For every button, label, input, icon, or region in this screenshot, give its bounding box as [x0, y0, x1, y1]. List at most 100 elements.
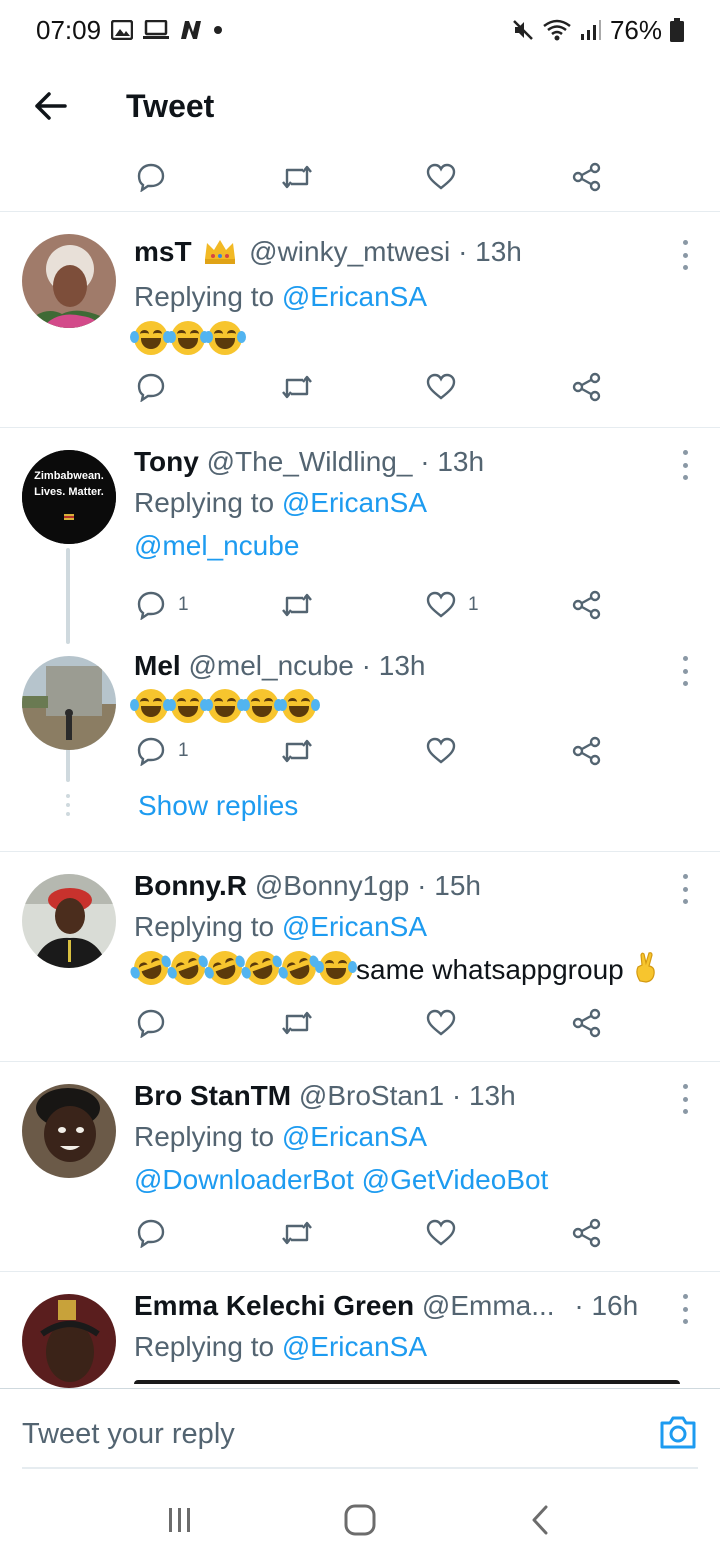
tweet[interactable]: Emma Kelechi Green @Emma... · 16h Replyi… — [0, 1272, 720, 1388]
reply-divider — [22, 1467, 698, 1469]
display-name[interactable]: Emma Kelechi Green — [134, 1290, 414, 1321]
tweet-feed[interactable]: msT @winky_mtwesi · 13h Replying to @Eri… — [0, 152, 720, 1388]
timestamp[interactable]: · 16h — [574, 1290, 638, 1321]
retweet-button[interactable] — [280, 162, 314, 192]
timestamp[interactable]: · 15h — [417, 870, 481, 901]
clock: 07:09 — [36, 14, 102, 45]
rolling-on-the-floor-laughing-icon — [165, 946, 210, 990]
reply-input[interactable] — [22, 1409, 622, 1459]
tweet[interactable]: msT @winky_mtwesi · 13h Replying to @Eri… — [0, 212, 720, 428]
like-button[interactable] — [426, 1218, 456, 1248]
handle[interactable]: @The_Wildling_ — [207, 446, 413, 477]
back-nav-button[interactable] — [510, 1490, 570, 1550]
tweet[interactable]: Bro StanTM @BroStan1 · 13h Replying to @… — [0, 1062, 720, 1272]
share-icon — [572, 1008, 601, 1038]
replying-to-link[interactable]: @EricanSA — [282, 1121, 427, 1152]
avatar[interactable] — [22, 1084, 116, 1178]
replying-to-link[interactable]: @EricanSA — [282, 281, 427, 312]
like-button[interactable]: 1 — [426, 590, 479, 620]
reply-composer — [0, 1388, 720, 1480]
home-icon — [344, 1504, 376, 1536]
reply-button[interactable] — [136, 1008, 166, 1038]
avatar[interactable] — [22, 874, 116, 968]
replying-to-link[interactable]: @EricanSA — [282, 1331, 427, 1362]
display-name[interactable]: Bonny.R — [134, 870, 247, 901]
display-name[interactable]: Mel — [134, 650, 181, 681]
more-options-button[interactable] — [680, 874, 690, 904]
crown-icon — [203, 236, 237, 276]
avatar[interactable] — [22, 234, 116, 328]
face-with-tears-of-joy-icon — [130, 689, 172, 723]
retweet-button[interactable] — [280, 736, 314, 766]
reply-button[interactable]: 1 — [136, 590, 189, 620]
replying-to-link[interactable]: @EricanSA — [282, 487, 427, 518]
camera-button[interactable] — [658, 1413, 698, 1453]
more-options-button[interactable] — [680, 240, 690, 270]
timestamp[interactable]: · 13h — [452, 1080, 516, 1111]
tweet[interactable]: Bonny.R @Bonny1gp · 15h Replying to @Eri… — [0, 852, 720, 1062]
show-replies-link[interactable]: Show replies — [138, 790, 298, 822]
more-options-button[interactable] — [680, 1084, 690, 1114]
camera-icon — [660, 1416, 696, 1449]
mention-links[interactable]: @DownloaderBot @GetVideoBot — [134, 1158, 670, 1202]
face-with-tears-of-joy-icon — [204, 321, 246, 355]
tweet[interactable]: Zimbabwean. Lives. Matter. Tony @The_Wil… — [0, 428, 720, 644]
retweet-button[interactable] — [280, 590, 314, 620]
media-preview[interactable] — [134, 1380, 680, 1384]
battery-icon — [670, 18, 684, 42]
share-button[interactable] — [572, 162, 602, 192]
back-button[interactable] — [18, 74, 82, 138]
home-button[interactable] — [330, 1490, 390, 1550]
replying-to-link[interactable]: @EricanSA — [282, 911, 427, 942]
page-title: Tweet — [126, 87, 215, 124]
retweet-button[interactable] — [280, 1218, 314, 1248]
reply-icon — [137, 163, 165, 192]
reply-button[interactable] — [136, 162, 166, 192]
share-button[interactable] — [572, 590, 602, 620]
tweet[interactable]: Mel @mel_ncube · 13h 1 — [0, 636, 720, 782]
crossed-fingers-icon — [632, 951, 660, 996]
timestamp[interactable]: · 13h — [362, 650, 426, 681]
more-options-button[interactable] — [680, 1294, 690, 1324]
timestamp[interactable]: · 13h — [420, 446, 484, 477]
reply-button[interactable]: 1 — [136, 736, 189, 766]
like-button[interactable] — [426, 372, 456, 402]
handle[interactable]: @winky_mtwesi — [249, 236, 450, 267]
avatar[interactable]: Zimbabwean. Lives. Matter. — [22, 450, 116, 544]
like-button[interactable] — [426, 162, 456, 192]
display-name[interactable]: Tony — [134, 446, 199, 477]
retweet-button[interactable] — [280, 1008, 314, 1038]
avatar[interactable] — [22, 1294, 116, 1388]
tweet-message: same whatsappgroup — [356, 954, 624, 985]
retweet-button[interactable] — [280, 372, 314, 402]
display-name[interactable]: msT — [134, 236, 192, 267]
reply-icon — [137, 373, 165, 402]
reply-button[interactable] — [136, 372, 166, 402]
handle[interactable]: @Emma... — [422, 1290, 555, 1321]
like-button[interactable] — [426, 736, 456, 766]
recent-apps-icon — [169, 1508, 190, 1532]
handle[interactable]: @Bonny1gp — [255, 870, 410, 901]
display-name[interactable]: Bro StanTM — [134, 1080, 291, 1111]
mute-icon — [512, 19, 534, 41]
handle[interactable]: @mel_ncube — [188, 650, 353, 681]
parent-tweet-actions — [0, 152, 720, 212]
share-button[interactable] — [572, 1218, 602, 1248]
more-options-button[interactable] — [680, 656, 690, 686]
face-with-tears-of-joy-icon — [315, 951, 357, 985]
reply-button[interactable] — [136, 1218, 166, 1248]
more-options-button[interactable] — [680, 450, 690, 480]
mention-link[interactable]: @mel_ncube — [134, 524, 670, 568]
recent-apps-button[interactable] — [150, 1490, 210, 1550]
handle[interactable]: @BroStan1 — [299, 1080, 444, 1111]
n-logo-icon — [179, 20, 203, 40]
share-button[interactable] — [572, 1008, 602, 1038]
show-replies-row[interactable]: Show replies — [0, 782, 720, 852]
like-count: 1 — [468, 594, 479, 615]
tweet-header: Emma Kelechi Green @Emma... · 16h — [134, 1286, 670, 1326]
share-button[interactable] — [572, 736, 602, 766]
arrow-left-icon — [35, 92, 67, 120]
like-button[interactable] — [426, 1008, 456, 1038]
share-button[interactable] — [572, 372, 602, 402]
timestamp[interactable]: · 13h — [458, 236, 522, 267]
